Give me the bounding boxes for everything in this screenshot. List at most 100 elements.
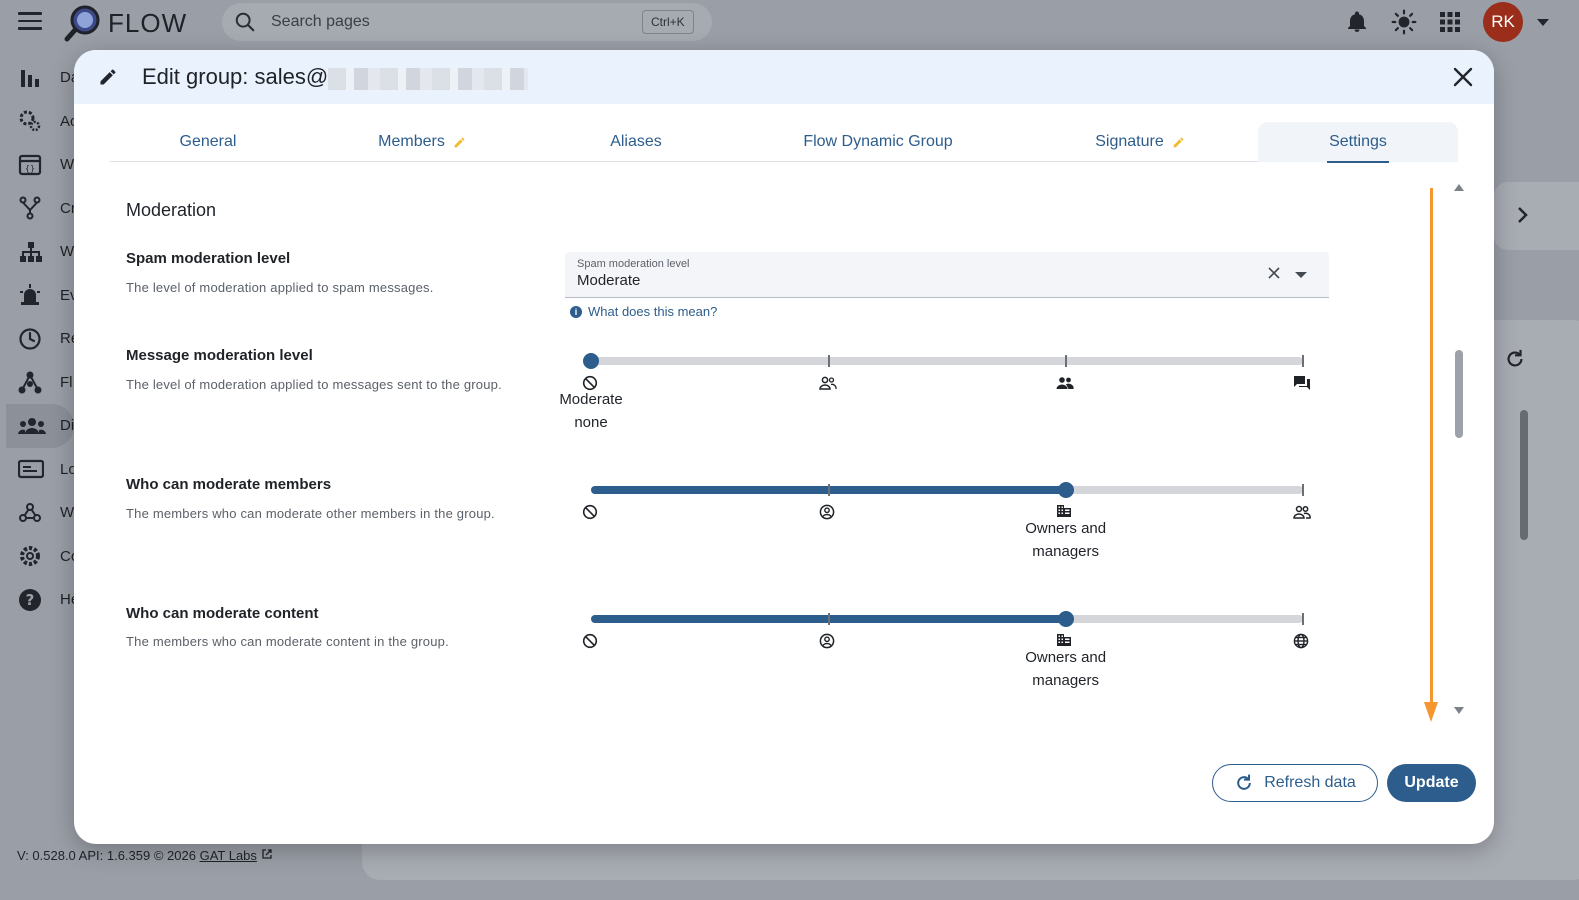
globe-icon	[1293, 633, 1309, 649]
domain-icon	[1057, 505, 1071, 517]
dialog-title: Edit group: sales@	[142, 64, 329, 89]
refresh-data-button[interactable]: Refresh data	[1212, 764, 1378, 802]
section-title: Moderation	[126, 200, 217, 220]
alarm-icon	[20, 284, 40, 306]
scroll-up-arrow-icon[interactable]	[1454, 184, 1464, 191]
select-floating-label: Spam moderation level	[577, 258, 690, 270]
tab-settings[interactable]: Settings	[1258, 122, 1458, 163]
apps-grid-icon[interactable]	[1439, 11, 1461, 33]
chevron-right-icon[interactable]	[1516, 206, 1530, 224]
edit-pencil-icon	[100, 69, 116, 85]
sidebar-item-branch[interactable]: Cr	[0, 187, 76, 231]
flow-icon	[18, 371, 42, 394]
tab-members[interactable]: Members	[306, 122, 538, 162]
slider-tick	[828, 484, 830, 496]
select-value: Moderate	[577, 272, 641, 289]
tab-signature[interactable]: Signature	[1022, 122, 1258, 162]
dropdown-arrow-icon[interactable]	[1295, 272, 1307, 278]
slider-thumb[interactable]	[1057, 482, 1074, 498]
slider-selected-label: Moderate none	[559, 391, 623, 431]
tab-general[interactable]: General	[110, 122, 306, 162]
moderate-members-slider[interactable]: Owners and managers	[582, 481, 1311, 561]
slider-tick	[1302, 355, 1304, 367]
menu-icon[interactable]	[18, 12, 42, 32]
message-moderation-desc: The level of moderation applied to messa…	[126, 377, 502, 392]
clock-icon	[19, 328, 41, 350]
domain-icon	[1057, 634, 1071, 646]
update-button[interactable]: Update	[1387, 764, 1476, 802]
slider-tick	[1302, 484, 1304, 496]
background-scrollbar[interactable]	[1520, 410, 1528, 540]
branch-icon	[19, 196, 41, 220]
svg-text:?: ?	[26, 591, 35, 609]
sidebar-item-actions[interactable]: Ac	[0, 100, 78, 144]
background-panel	[1494, 182, 1579, 250]
account-circle-icon	[819, 633, 835, 649]
slider-selected-label: Owners and managers	[1025, 649, 1107, 689]
slider-selected-label: Owners and managers	[1025, 520, 1107, 560]
sidebar-item-dashboard[interactable]: Da	[0, 56, 79, 100]
sidebar-item-help[interactable]: ? He	[0, 578, 79, 622]
info-icon: i	[570, 305, 582, 318]
scrollbar-thumb[interactable]	[1455, 350, 1463, 438]
brightness-icon[interactable]	[1391, 9, 1417, 35]
sidebar-item-recent[interactable]: Re	[0, 317, 79, 361]
bar-chart-icon	[21, 69, 39, 87]
edited-pencil-icon	[454, 137, 465, 147]
logo-text: FLOW	[108, 7, 188, 38]
sidebar-item-web[interactable]: {} W	[0, 143, 74, 187]
moderate-content-slider[interactable]: Owners and managers	[582, 610, 1309, 690]
sidebar-item-flows[interactable]: Fl	[0, 361, 74, 405]
dialog-tabs: General Members Aliases Flow Dynamic Gro…	[110, 122, 1458, 163]
clear-icon[interactable]	[1267, 266, 1281, 280]
account-circle-icon	[819, 504, 835, 520]
webhook-icon	[19, 502, 41, 522]
slider-thumb[interactable]	[583, 353, 599, 369]
sidebar-item-logs[interactable]: Lo	[0, 448, 77, 492]
search-input[interactable]: Search pages	[271, 13, 370, 31]
logo[interactable]: FLOW	[64, 4, 187, 42]
notifications-icon[interactable]	[1345, 10, 1369, 34]
forum-icon	[1294, 376, 1310, 390]
version-footer: V: 0.528.0 API: 1.6.359 © 2026 GAT Labs	[17, 848, 273, 863]
block-icon	[582, 633, 598, 649]
spam-moderation-select[interactable]: Spam moderation level Moderate	[565, 252, 1329, 298]
annotation-arrow-head	[1424, 702, 1438, 722]
refresh-icon[interactable]	[1504, 348, 1526, 370]
sidebar-item-config[interactable]: Co	[0, 535, 79, 579]
message-moderation-slider[interactable]: Moderate none	[559, 352, 1310, 432]
hierarchy-icon	[20, 241, 42, 262]
slider-tick	[828, 355, 830, 367]
people-outline-icon	[1293, 505, 1311, 519]
svg-text:{}: {}	[25, 164, 35, 173]
sidebar: Da Ac {} W Cr W Ev Re Fl Di Lo W Co ? He	[0, 56, 79, 622]
logo-magnifier-icon	[64, 5, 100, 42]
slider-track	[591, 357, 1303, 365]
person-outline-icon	[819, 376, 837, 390]
slider-thumb[interactable]	[1057, 611, 1074, 627]
gat-labs-link[interactable]: GAT Labs	[200, 848, 257, 863]
groups-icon	[18, 417, 46, 434]
people-icon	[1056, 377, 1074, 389]
user-avatar[interactable]: RK	[1483, 2, 1523, 42]
sidebar-item-hierarchy[interactable]: W	[0, 230, 74, 274]
sidebar-item-events[interactable]: Ev	[0, 274, 78, 318]
slider-tick	[828, 613, 830, 625]
block-icon	[582, 504, 598, 520]
search-bar[interactable]: Search pages Ctrl+K	[222, 3, 712, 41]
sidebar-item-directory[interactable]: Di	[6, 404, 74, 448]
what-does-this-mean-link[interactable]: i What does this mean?	[570, 304, 717, 319]
account-menu-caret-icon[interactable]	[1537, 18, 1549, 26]
message-moderation-title: Message moderation level	[126, 347, 313, 364]
tab-flow-dynamic-group[interactable]: Flow Dynamic Group	[734, 122, 1022, 162]
refresh-icon	[1237, 774, 1252, 790]
scroll-down-arrow-icon[interactable]	[1454, 707, 1464, 714]
moderate-content-desc: The members who can moderate content in …	[126, 634, 449, 649]
sidebar-item-webhooks[interactable]: W	[0, 491, 74, 535]
tab-aliases[interactable]: Aliases	[538, 122, 734, 162]
dialog-scrollbar[interactable]	[1450, 182, 1468, 716]
moderate-members-desc: The members who can moderate other membe…	[126, 506, 495, 521]
close-icon[interactable]	[1452, 66, 1474, 88]
top-bar: FLOW Search pages Ctrl+K RK	[0, 0, 1579, 44]
edit-group-dialog: Edit group: sales@ General Members Alias…	[74, 50, 1494, 844]
